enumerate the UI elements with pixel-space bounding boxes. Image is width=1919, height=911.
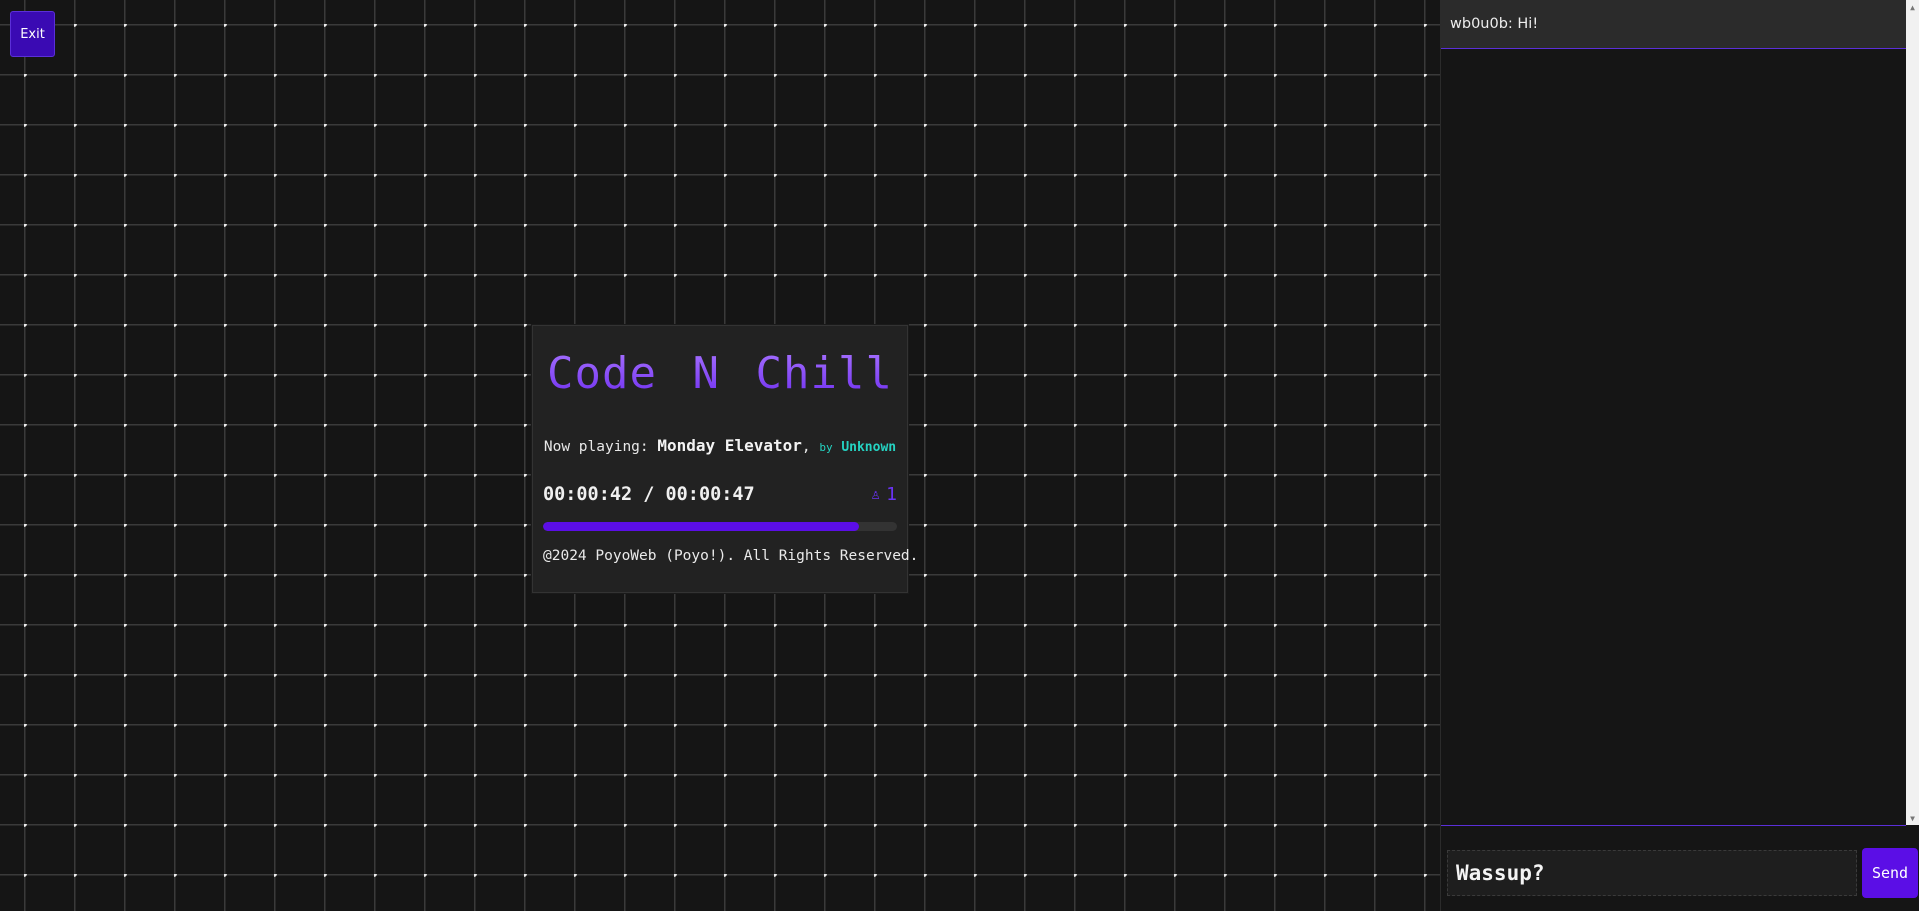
listener-count: ♙ 1 xyxy=(871,484,897,505)
brand-logo: Code◇◦◇N◇◦◇Chill xyxy=(533,348,907,399)
now-playing: Now playing: Monday Elevator, by Unknown xyxy=(533,436,907,455)
time-row: 00:00:42 / 00:00:47 ♙ 1 xyxy=(543,482,897,506)
time-readout: 00:00:42 / 00:00:47 xyxy=(543,484,755,505)
diamond-link-icon: ◇◦◇ xyxy=(720,365,756,387)
scroll-up-icon[interactable]: ▲ xyxy=(1906,0,1919,14)
elapsed-time: 00:00:42 xyxy=(543,483,633,505)
copyright-text: @2024 PoyoWeb (Poyo!). All Rights Reserv… xyxy=(543,548,919,564)
chat-log: wb0u0b: Hi! xyxy=(1441,0,1906,826)
listener-count-value: 1 xyxy=(886,483,897,505)
progress-bar xyxy=(543,522,897,531)
chat-input[interactable] xyxy=(1447,850,1857,896)
grid-background: Exit Code◇◦◇N◇◦◇Chill Now playing: Monda… xyxy=(0,0,1440,911)
time-separator: / xyxy=(632,483,666,505)
artist-name: Unknown xyxy=(841,440,897,455)
send-button[interactable]: Send xyxy=(1862,848,1918,898)
by-label: by xyxy=(819,441,833,454)
comma: , xyxy=(801,439,820,455)
brand-word-n: N xyxy=(692,348,720,399)
person-icon: ♙ xyxy=(871,485,881,503)
track-title: Monday Elevator xyxy=(657,436,802,455)
total-time: 00:00:47 xyxy=(665,483,755,505)
progress-fill xyxy=(543,522,860,531)
chat-compose: Send xyxy=(1441,826,1919,911)
brand-word-chill: Chill xyxy=(755,348,893,399)
now-playing-label: Now playing: xyxy=(543,439,658,455)
exit-button[interactable]: Exit xyxy=(10,11,55,57)
chat-message: wb0u0b: Hi! xyxy=(1441,0,1906,49)
scroll-down-icon[interactable]: ▼ xyxy=(1906,811,1919,825)
chat-scrollbar[interactable]: ▲ ▼ xyxy=(1906,0,1919,825)
diamond-link-icon: ◇◦◇ xyxy=(656,365,693,387)
player-card: Code◇◦◇N◇◦◇Chill Now playing: Monday Ele… xyxy=(532,325,918,593)
brand-word-code: Code xyxy=(547,348,657,399)
chat-panel: wb0u0b: Hi! ▲ ▼ Send xyxy=(1440,0,1919,911)
